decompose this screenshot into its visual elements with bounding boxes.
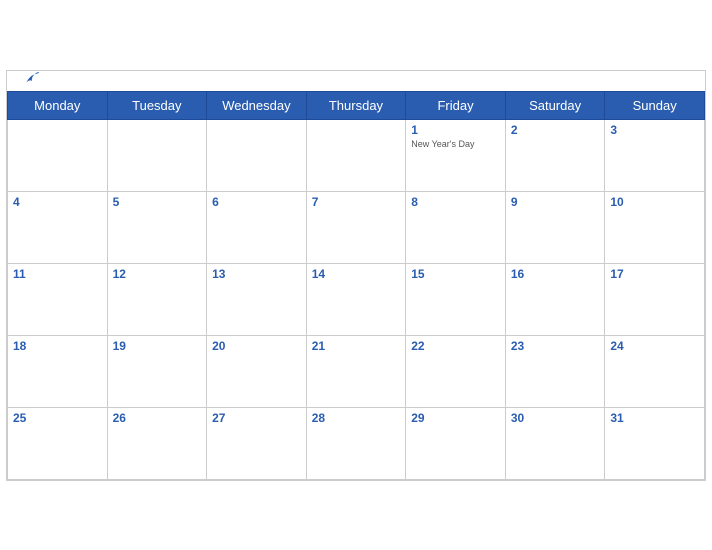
calendar-container: MondayTuesdayWednesdayThursdayFridaySatu… — [6, 70, 706, 481]
day-number: 23 — [511, 339, 600, 353]
calendar-cell: 30 — [505, 407, 605, 479]
weekday-header-row: MondayTuesdayWednesdayThursdayFridaySatu… — [8, 91, 705, 119]
calendar-cell: 24 — [605, 335, 705, 407]
calendar-cell: 14 — [306, 263, 406, 335]
calendar-cell — [306, 119, 406, 191]
day-number: 11 — [13, 267, 102, 281]
calendar-cell — [8, 119, 108, 191]
calendar-cell: 17 — [605, 263, 705, 335]
day-number: 20 — [212, 339, 301, 353]
weekday-header-saturday: Saturday — [505, 91, 605, 119]
day-number: 18 — [13, 339, 102, 353]
weekday-header-friday: Friday — [406, 91, 506, 119]
calendar-cell: 2 — [505, 119, 605, 191]
day-number: 22 — [411, 339, 500, 353]
logo-icon — [23, 69, 41, 92]
calendar-cell: 20 — [207, 335, 307, 407]
calendar-cell: 28 — [306, 407, 406, 479]
calendar-cell: 8 — [406, 191, 506, 263]
day-number: 21 — [312, 339, 401, 353]
day-number: 3 — [610, 123, 699, 137]
calendar-cell: 23 — [505, 335, 605, 407]
weekday-header-sunday: Sunday — [605, 91, 705, 119]
calendar-cell: 13 — [207, 263, 307, 335]
calendar-cell: 26 — [107, 407, 207, 479]
calendar-cell: 22 — [406, 335, 506, 407]
day-number: 9 — [511, 195, 600, 209]
day-number: 15 — [411, 267, 500, 281]
calendar-cell: 5 — [107, 191, 207, 263]
week-row-4: 18 19 20 21 22 23 24 — [8, 335, 705, 407]
calendar-cell: 19 — [107, 335, 207, 407]
day-number: 13 — [212, 267, 301, 281]
logo-area — [23, 69, 44, 92]
holiday-label: New Year's Day — [411, 139, 500, 150]
day-number: 17 — [610, 267, 699, 281]
day-number: 29 — [411, 411, 500, 425]
day-number: 30 — [511, 411, 600, 425]
calendar-cell: 1 New Year's Day — [406, 119, 506, 191]
week-row-2: 456789 10 — [8, 191, 705, 263]
calendar-grid: MondayTuesdayWednesdayThursdayFridaySatu… — [7, 91, 705, 480]
weekday-header-tuesday: Tuesday — [107, 91, 207, 119]
calendar-cell — [107, 119, 207, 191]
day-number: 24 — [610, 339, 699, 353]
week-row-1: 1 New Year's Day 23 — [8, 119, 705, 191]
day-number: 2 — [511, 123, 600, 137]
calendar-cell: 11 — [8, 263, 108, 335]
calendar-header — [7, 71, 705, 91]
day-number: 4 — [13, 195, 102, 209]
day-number: 28 — [312, 411, 401, 425]
calendar-cell: 16 — [505, 263, 605, 335]
calendar-cell: 18 — [8, 335, 108, 407]
day-number: 5 — [113, 195, 202, 209]
calendar-cell: 6 — [207, 191, 307, 263]
day-number: 1 — [411, 123, 500, 137]
calendar-cell: 12 — [107, 263, 207, 335]
day-number: 19 — [113, 339, 202, 353]
day-number: 12 — [113, 267, 202, 281]
day-number: 8 — [411, 195, 500, 209]
calendar-cell: 10 — [605, 191, 705, 263]
calendar-cell: 15 — [406, 263, 506, 335]
calendar-cell — [207, 119, 307, 191]
calendar-cell: 4 — [8, 191, 108, 263]
day-number: 16 — [511, 267, 600, 281]
calendar-cell: 27 — [207, 407, 307, 479]
calendar-cell: 29 — [406, 407, 506, 479]
calendar-cell: 9 — [505, 191, 605, 263]
week-row-3: 11 12 13 14 15 16 17 — [8, 263, 705, 335]
day-number: 26 — [113, 411, 202, 425]
week-row-5: 25 26 27 28 29 30 31 — [8, 407, 705, 479]
day-number: 25 — [13, 411, 102, 425]
day-number: 14 — [312, 267, 401, 281]
calendar-cell: 21 — [306, 335, 406, 407]
weekday-header-wednesday: Wednesday — [207, 91, 307, 119]
weekday-header-thursday: Thursday — [306, 91, 406, 119]
day-number: 6 — [212, 195, 301, 209]
day-number: 27 — [212, 411, 301, 425]
calendar-cell: 7 — [306, 191, 406, 263]
calendar-cell: 3 — [605, 119, 705, 191]
calendar-cell: 25 — [8, 407, 108, 479]
calendar-cell: 31 — [605, 407, 705, 479]
weekday-header-monday: Monday — [8, 91, 108, 119]
day-number: 31 — [610, 411, 699, 425]
day-number: 7 — [312, 195, 401, 209]
day-number: 10 — [610, 195, 699, 209]
